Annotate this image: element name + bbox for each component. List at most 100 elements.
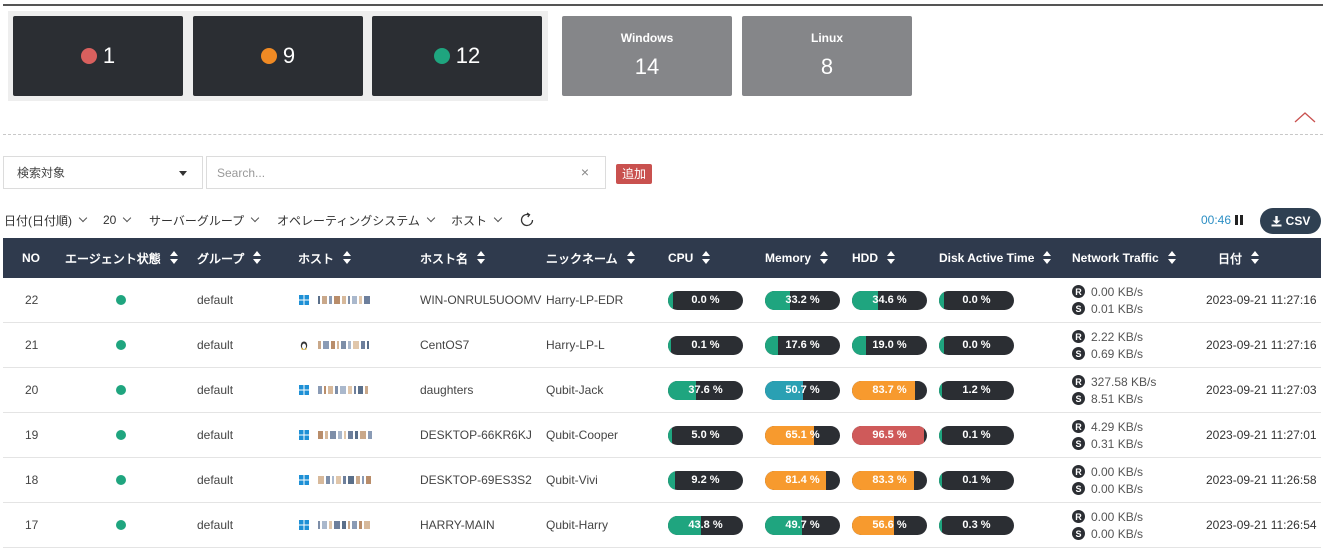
hostname-cell[interactable]: daughters [420, 368, 473, 412]
send-badge-icon: S [1072, 347, 1085, 360]
col-header-host[interactable]: ホスト [298, 238, 352, 278]
refresh-icon[interactable] [519, 212, 535, 228]
table-row[interactable]: 17 default HARRY-MAIN Qubit-Harry 43.8 % 49.7… [3, 503, 1321, 548]
redacted-host-segment [348, 521, 350, 529]
table-row[interactable]: 19 default DESKTOP-66KR6KJ Qubit-Cooper 5.0 … [3, 413, 1321, 458]
cpu-cell: 5.0 % [668, 413, 743, 457]
redacted-host-segment [323, 341, 329, 349]
filter-label: 日付(日付順) [4, 213, 72, 228]
search-target-label: 検索対象 [17, 166, 66, 180]
filter-server-group[interactable]: サーバーグループ [149, 212, 260, 228]
csv-download-button[interactable]: CSV [1260, 208, 1321, 234]
col-header-nickname[interactable]: ニックネーム [546, 238, 635, 278]
sort-icon [702, 251, 711, 265]
col-header-agent-status[interactable]: エージェント状態 [65, 238, 178, 278]
clear-icon[interactable]: × [578, 164, 592, 180]
col-header-disk-active-time[interactable]: Disk Active Time [939, 238, 1052, 278]
hdd-usage-bar: 83.7 % [852, 380, 927, 400]
col-header-no[interactable]: NO [22, 238, 40, 278]
redacted-host-segment [318, 386, 322, 394]
host-cell[interactable] [299, 413, 374, 457]
os-count: 8 [820, 54, 834, 79]
redacted-host-segment [342, 296, 346, 304]
host-cell[interactable] [299, 278, 372, 322]
host-cell[interactable] [299, 368, 370, 412]
cpu-cell: 0.1 % [668, 323, 743, 367]
hostname-cell[interactable]: DESKTOP-66KR6KJ [420, 413, 532, 457]
hostname-cell[interactable]: HARRY-MAIN [420, 503, 495, 547]
redacted-host-segment [324, 386, 326, 394]
col-header-memory[interactable]: Memory [765, 238, 829, 278]
status-card-warning[interactable]: 9 [193, 16, 363, 96]
redacted-host-segment [340, 386, 346, 394]
status-card-normal[interactable]: 12 [372, 16, 542, 96]
agent-status-cell [116, 503, 126, 547]
col-header-network-traffic[interactable]: Network Traffic [1072, 238, 1176, 278]
cpu-usage-bar: 9.2 % [668, 470, 743, 490]
host-cell[interactable] [299, 503, 372, 547]
table-row[interactable]: 20 default daughters Qubit-Jack 37.6 % 50.7 %… [3, 368, 1321, 413]
hostname-cell[interactable]: CentOS7 [420, 323, 469, 367]
linux-icon [300, 341, 308, 350]
col-header-cpu[interactable]: CPU [668, 238, 711, 278]
col-header-hdd[interactable]: HDD [852, 238, 895, 278]
cpu-usage-value: 0.0 % [691, 294, 720, 306]
network-send: 8.51 KB/s [1091, 391, 1144, 406]
status-card-critical[interactable]: 1 [13, 16, 183, 96]
agent-status-dot [116, 475, 126, 485]
host-cell[interactable] [299, 323, 371, 367]
receive-badge-icon: R [1072, 420, 1085, 433]
network-receive: 327.58 KB/s [1091, 374, 1157, 389]
chevron-up-icon[interactable] [1294, 110, 1316, 124]
chevron-down-icon [250, 213, 260, 223]
redacted-host-segment [356, 476, 360, 484]
status-dot-red [80, 48, 97, 64]
os-name: Windows [620, 31, 674, 45]
network-cell: R 0.00 KB/s S 0.00 KB/s [1072, 503, 1143, 547]
hostname-cell[interactable]: DESKTOP-69ES3S2 [420, 458, 532, 502]
redacted-host-segment [332, 476, 334, 484]
table-row[interactable]: 21 default CentOS7 Harry-LP-L 0.1 % 17.6 % 19.… [3, 323, 1321, 368]
status-count: 1 [102, 43, 116, 68]
windows-icon [299, 295, 309, 305]
col-header-hostname[interactable]: ホスト名 [420, 238, 486, 278]
hdd-cell: 96.5 % [852, 413, 927, 457]
network-cell: R 4.29 KB/s S 0.31 KB/s [1072, 413, 1143, 457]
network-send: 0.69 KB/s [1091, 346, 1144, 361]
group-cell: default [197, 518, 234, 532]
search-target-select[interactable]: 検索対象 [3, 156, 203, 189]
date-cell: 2023-09-21 11:27:16 [1206, 338, 1317, 352]
filter-operating-system[interactable]: オペレーティングシステム [277, 212, 436, 228]
network-receive: 2.22 KB/s [1091, 329, 1144, 344]
table-row[interactable]: 22 default WIN-ONRUL5UOOMV Harry-LP-EDR 0.0 … [3, 278, 1321, 323]
col-header-group[interactable]: グループ [197, 238, 262, 278]
nickname-cell: Qubit-Jack [546, 383, 604, 397]
redacted-host-segment [361, 341, 365, 349]
memory-usage-value: 50.7 % [785, 384, 820, 396]
disk-usage-value: 0.0 % [962, 294, 991, 306]
search-input[interactable] [206, 156, 606, 189]
filter-date-sort[interactable]: 日付(日付順) [4, 212, 88, 228]
redacted-host-segment [326, 476, 330, 484]
filter-host[interactable]: ホスト [451, 212, 503, 228]
filter-page-size[interactable]: 20 [103, 212, 132, 228]
hdd-usage-value: 56.6 % [872, 519, 907, 531]
redacted-host-segment [352, 521, 357, 529]
table-row[interactable]: 18 default DESKTOP-69ES3S2 Qubit-Vivi 9.2 % 8… [3, 458, 1321, 503]
os-card-linux[interactable]: Linux 8 [742, 16, 912, 96]
redacted-host [318, 430, 374, 440]
host-cell[interactable] [299, 458, 373, 502]
cpu-usage-value: 0.1 % [691, 339, 720, 351]
add-button[interactable]: 追加 [616, 164, 653, 184]
os-name: Linux [811, 31, 843, 45]
network-receive: 0.00 KB/s [1091, 284, 1144, 299]
memory-usage-value: 33.2 % [785, 294, 820, 306]
redacted-host-segment [318, 521, 320, 529]
agent-status-cell [116, 368, 126, 412]
redacted-host-segment [359, 296, 362, 304]
pause-icon[interactable] [1234, 215, 1244, 225]
os-card-windows[interactable]: Windows 14 [562, 16, 732, 96]
col-header-date[interactable]: 日付 [1218, 238, 1260, 278]
col-header-label: 日付 [1218, 251, 1243, 266]
hostname-cell[interactable]: WIN-ONRUL5UOOMV [420, 278, 541, 322]
